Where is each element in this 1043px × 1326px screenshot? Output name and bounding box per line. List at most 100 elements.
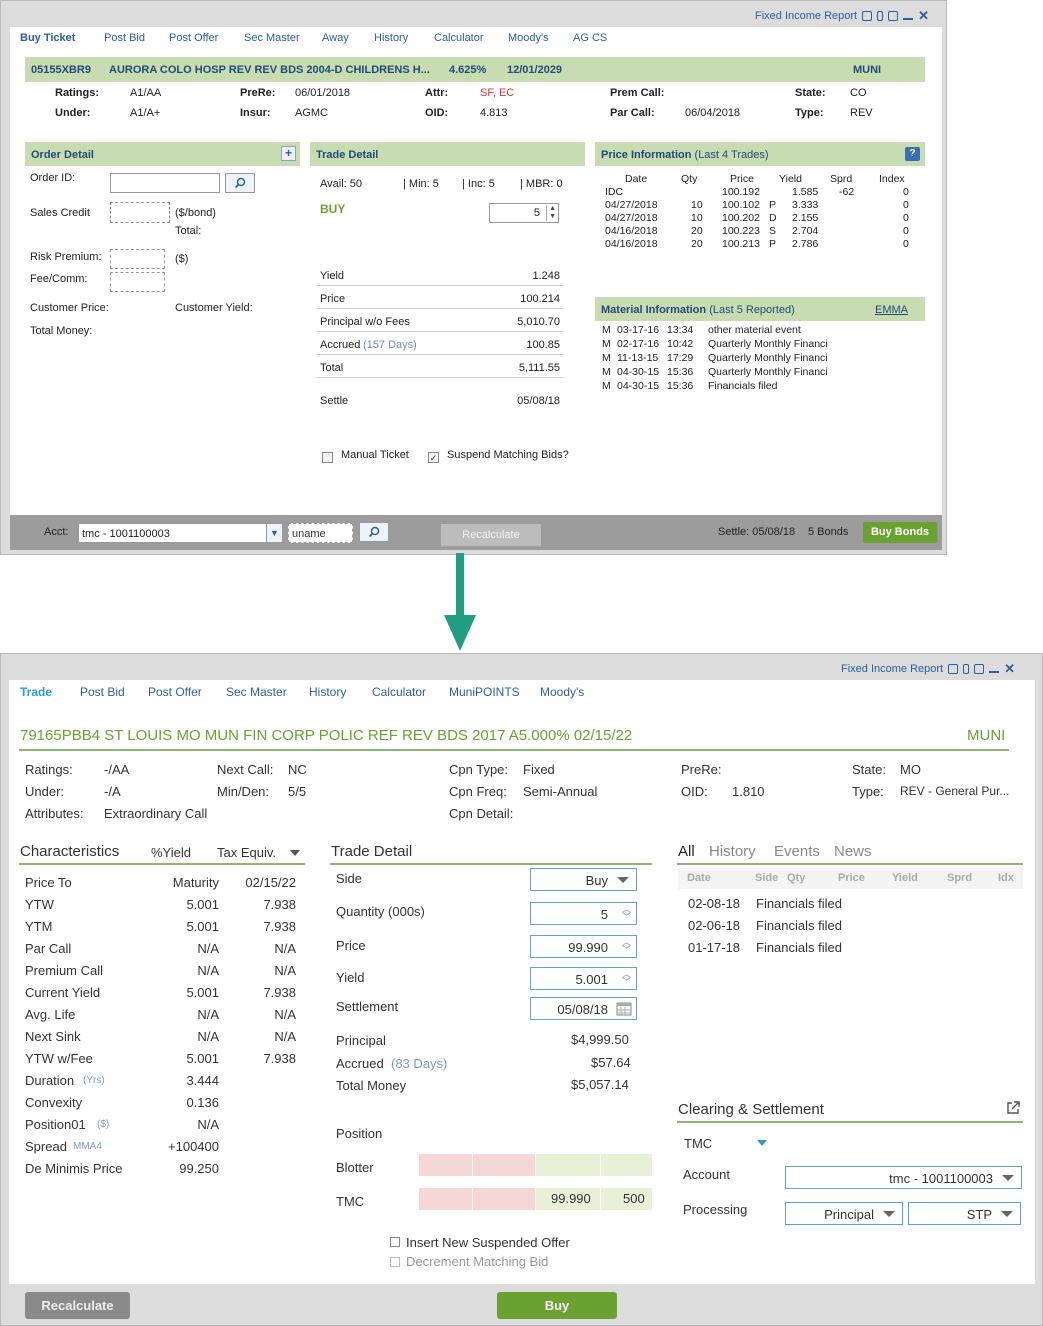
under-label: Under: bbox=[55, 107, 91, 119]
tab-munipoints[interactable]: MuniPOINTS bbox=[449, 685, 520, 699]
order-id-input[interactable] bbox=[110, 173, 220, 193]
menu-icon[interactable] bbox=[948, 664, 959, 674]
risk-premium-input[interactable] bbox=[110, 249, 165, 269]
print-icon[interactable] bbox=[888, 11, 899, 21]
quantity-stepper[interactable]: 5 ︿ ﹀ bbox=[530, 902, 637, 925]
order-detail-title: Order Detail bbox=[31, 149, 94, 161]
sales-credit-input[interactable] bbox=[110, 202, 170, 223]
stepper-arrows-icon[interactable]: ︿ ﹀ bbox=[622, 970, 631, 987]
tab-post-bid[interactable]: Post Bid bbox=[104, 32, 145, 44]
buy-button[interactable]: Buy bbox=[497, 1292, 617, 1319]
characteristic-value-yield: +100400 bbox=[168, 1139, 219, 1154]
quantity-stepper[interactable]: 5 ▲ ▼ bbox=[489, 203, 559, 223]
tab-sec-master[interactable]: Sec Master bbox=[244, 32, 300, 44]
settlement-value: 05/08/18 bbox=[557, 1002, 608, 1017]
history-col-header: Date bbox=[687, 872, 711, 884]
oid-value: 1.810 bbox=[732, 784, 765, 799]
characteristic-value-yield: N/A bbox=[197, 941, 219, 956]
price-stepper[interactable]: 99.990 ︿ ﹀ bbox=[530, 935, 637, 958]
chevron-down-icon[interactable] bbox=[617, 877, 629, 883]
characteristic-value-yield: 99.250 bbox=[179, 1161, 219, 1176]
tab-trade[interactable]: Trade bbox=[20, 685, 52, 699]
new-trade-window: Fixed Income Report ✕ Trade Post Bid Pos… bbox=[0, 653, 1043, 1326]
account-value: tmc - 1001100003 bbox=[889, 1171, 993, 1186]
tab-moodys[interactable]: Moody's bbox=[508, 32, 549, 44]
calendar-icon[interactable] bbox=[616, 1001, 632, 1016]
bonds-count: 5 Bonds bbox=[808, 526, 849, 538]
characteristic-value-tax-equiv: N/A bbox=[274, 1007, 296, 1022]
decrement-bid-checkbox[interactable] bbox=[390, 1257, 400, 1267]
type-value: REV bbox=[850, 107, 873, 119]
tab-away[interactable]: Away bbox=[322, 32, 349, 44]
account-select[interactable]: tmc - 1001100003 ▼ bbox=[78, 523, 283, 543]
tab-post-offer[interactable]: Post Offer bbox=[148, 685, 202, 699]
help-icon[interactable]: ? bbox=[905, 147, 920, 161]
tmc-qty: 500 bbox=[623, 1191, 645, 1206]
clearing-tmc-label[interactable]: TMC bbox=[684, 1136, 712, 1151]
tab-calculator[interactable]: Calculator bbox=[372, 685, 426, 699]
stepper-arrows-icon[interactable]: ︿ ﹀ bbox=[622, 905, 631, 922]
price-cell: 100.202 bbox=[722, 212, 760, 224]
history-tab-all[interactable]: All bbox=[678, 843, 695, 860]
close-icon[interactable]: ✕ bbox=[1004, 661, 1015, 677]
external-link-icon[interactable] bbox=[1005, 1100, 1021, 1116]
mobile-icon[interactable] bbox=[877, 11, 884, 21]
tab-post-offer[interactable]: Post Offer bbox=[169, 32, 218, 44]
chevron-down-icon[interactable]: ▼ bbox=[266, 524, 282, 542]
minimize-icon[interactable] bbox=[903, 13, 914, 20]
characteristic-label: De Minimis Price bbox=[25, 1161, 123, 1176]
history-tab-history[interactable]: History bbox=[709, 843, 756, 860]
chevron-down-icon[interactable] bbox=[1001, 1211, 1013, 1217]
yield-stepper[interactable]: 5.001 ︿ ﹀ bbox=[530, 967, 637, 990]
tab-calculator[interactable]: Calculator bbox=[434, 32, 484, 44]
chevron-down-icon[interactable] bbox=[757, 1140, 767, 1146]
minimize-icon[interactable] bbox=[989, 666, 1000, 673]
close-icon[interactable]: ✕ bbox=[918, 8, 929, 24]
tax-equiv-dropdown[interactable]: Tax Equiv. bbox=[217, 845, 276, 860]
tab-history[interactable]: History bbox=[374, 32, 408, 44]
tab-post-bid[interactable]: Post Bid bbox=[80, 685, 125, 699]
history-date: 01-17-18 bbox=[688, 940, 741, 955]
tab-sec-master[interactable]: Sec Master bbox=[226, 685, 287, 699]
side-select[interactable]: Buy bbox=[530, 868, 637, 891]
chevron-down-icon[interactable] bbox=[1002, 1175, 1014, 1181]
chevron-down-icon[interactable] bbox=[290, 850, 300, 856]
mobile-icon[interactable] bbox=[963, 664, 970, 674]
tab-buy-ticket[interactable]: Buy Ticket bbox=[20, 32, 76, 44]
add-plus-icon[interactable]: + bbox=[281, 146, 296, 161]
type-value: REV - General Pur... bbox=[900, 784, 1010, 798]
order-search-icon[interactable] bbox=[225, 173, 255, 193]
processing-mode-select[interactable]: STP bbox=[908, 1202, 1021, 1225]
security-cusip: 05155XBR9 bbox=[31, 64, 91, 76]
tab-moodys[interactable]: Moody's bbox=[540, 685, 584, 699]
fee-comm-input[interactable] bbox=[110, 272, 165, 292]
stepper-arrows-icon[interactable]: ▲ ▼ bbox=[546, 205, 556, 221]
menu-icon[interactable] bbox=[862, 11, 873, 21]
par-call-label: Par Call: bbox=[610, 107, 655, 119]
fixed-income-report-link[interactable]: Fixed Income Report bbox=[841, 663, 943, 675]
uname-input[interactable]: uname bbox=[288, 523, 353, 543]
emma-link[interactable]: EMMA bbox=[875, 304, 908, 316]
buy-bonds-button[interactable]: Buy Bonds bbox=[863, 522, 937, 543]
stepper-arrows-icon[interactable]: ︿ ﹀ bbox=[622, 938, 631, 955]
uname-search-icon[interactable] bbox=[359, 522, 389, 542]
history-tab-events[interactable]: Events bbox=[774, 843, 820, 860]
chevron-down-icon[interactable] bbox=[883, 1211, 895, 1217]
account-select[interactable]: tmc - 1001100003 bbox=[785, 1166, 1022, 1189]
recalculate-button[interactable]: Recalculate bbox=[441, 524, 541, 546]
material-cell: 04-30-15 bbox=[617, 366, 660, 378]
suspend-matching-checkbox[interactable]: ✓ bbox=[428, 452, 439, 463]
manual-ticket-checkbox[interactable] bbox=[322, 452, 333, 463]
fixed-income-report-link[interactable]: Fixed Income Report bbox=[755, 10, 857, 22]
settlement-date-picker[interactable]: 05/08/18 bbox=[530, 997, 637, 1020]
recalculate-button[interactable]: Recalculate bbox=[25, 1292, 130, 1319]
tab-ag-cs[interactable]: AG CS bbox=[573, 32, 607, 44]
print-icon[interactable] bbox=[974, 664, 985, 674]
price-cell: 100.102 bbox=[722, 199, 760, 211]
old-toolbar: Fixed Income Report ✕ bbox=[755, 8, 929, 24]
tab-history[interactable]: History bbox=[309, 685, 346, 699]
side-label: Side bbox=[336, 871, 363, 886]
insert-offer-checkbox[interactable] bbox=[390, 1237, 400, 1247]
processing-type-select[interactable]: Principal bbox=[785, 1202, 903, 1225]
history-tab-news[interactable]: News bbox=[834, 843, 872, 860]
